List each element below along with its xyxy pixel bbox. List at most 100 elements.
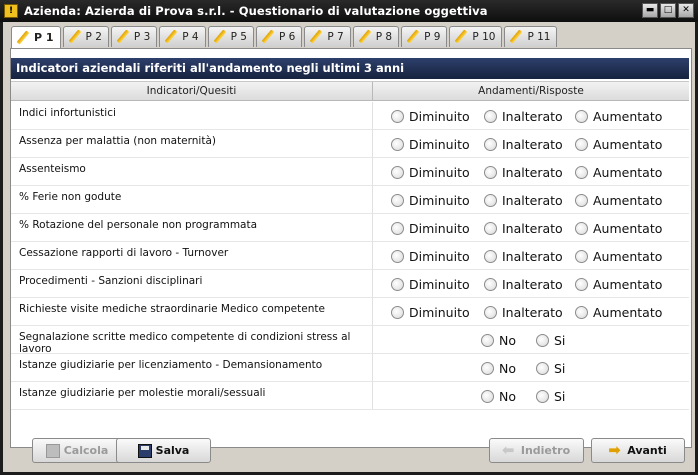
tab-p11[interactable]: P 11 xyxy=(504,26,558,47)
radio-option-si[interactable]: Si xyxy=(536,361,565,376)
radio-option-si[interactable]: Si xyxy=(536,389,565,404)
tab-p5[interactable]: P 5 xyxy=(207,26,254,47)
radio-button[interactable] xyxy=(484,166,497,179)
radio-button[interactable] xyxy=(575,306,588,319)
radio-button[interactable] xyxy=(575,166,588,179)
calcola-button[interactable]: Calcola xyxy=(32,438,122,463)
question-row: Assenteismo Diminuito Inalterato Aumentato xyxy=(11,158,689,186)
radio-option-diminuito[interactable]: Diminuito xyxy=(391,305,470,320)
avanti-button[interactable]: Avanti xyxy=(591,438,685,463)
radio-button[interactable] xyxy=(536,334,549,347)
radio-button[interactable] xyxy=(575,250,588,263)
radio-label: Aumentato xyxy=(593,277,663,292)
radio-option-aumentato[interactable]: Aumentato xyxy=(575,249,662,264)
radio-button[interactable] xyxy=(575,138,588,151)
radio-button[interactable] xyxy=(391,306,404,319)
radio-option-diminuito[interactable]: Diminuito xyxy=(391,109,470,124)
radio-button[interactable] xyxy=(481,334,494,347)
radio-option-no[interactable]: No xyxy=(481,361,516,376)
question-row: Procedimenti - Sanzioni disciplinari Dimi… xyxy=(11,270,689,298)
radio-option-inalterato[interactable]: Inalterato xyxy=(484,305,563,320)
radio-button[interactable] xyxy=(484,222,497,235)
radio-option-diminuito[interactable]: Diminuito xyxy=(391,221,470,236)
radio-option-aumentato[interactable]: Aumentato xyxy=(575,305,662,320)
radio-button[interactable] xyxy=(484,138,497,151)
radio-option-inalterato[interactable]: Inalterato xyxy=(484,277,563,292)
tab-p3[interactable]: P 3 xyxy=(110,26,158,47)
minimize-button[interactable]: ▬ xyxy=(642,3,658,18)
radio-label: Inalterato xyxy=(502,193,563,208)
radio-option-diminuito[interactable]: Diminuito xyxy=(391,277,470,292)
radio-option-diminuito[interactable]: Diminuito xyxy=(391,193,470,208)
radio-button[interactable] xyxy=(575,110,588,123)
tab-p7[interactable]: P 7 xyxy=(304,26,351,47)
radio-option-aumentato[interactable]: Aumentato xyxy=(575,193,662,208)
radio-button[interactable] xyxy=(536,362,549,375)
radio-option-si[interactable]: Si xyxy=(536,333,565,348)
pencil-icon xyxy=(16,31,30,45)
tab-p1[interactable]: P 1 xyxy=(11,26,61,48)
radio-option-inalterato[interactable]: Inalterato xyxy=(484,137,563,152)
radio-option-inalterato[interactable]: Inalterato xyxy=(484,109,563,124)
question-label: Richieste visite mediche straordinarie M… xyxy=(11,298,373,325)
tab-p2[interactable]: P 2 xyxy=(62,26,109,47)
radio-button[interactable] xyxy=(391,278,404,291)
question-row: Indici infortunistici Diminuito Inalterato… xyxy=(11,102,689,130)
radio-button[interactable] xyxy=(391,194,404,207)
radio-button[interactable] xyxy=(481,390,494,403)
radio-button[interactable] xyxy=(484,110,497,123)
radio-button[interactable] xyxy=(484,194,497,207)
tab-p4[interactable]: P 4 xyxy=(159,26,206,47)
radio-option-no[interactable]: No xyxy=(481,333,516,348)
radio-label: Inalterato xyxy=(502,109,563,124)
radio-label: Diminuito xyxy=(409,305,470,320)
radio-option-diminuito[interactable]: Diminuito xyxy=(391,137,470,152)
answer-cell: Diminuito Inalterato Aumentato xyxy=(373,298,689,325)
radio-button[interactable] xyxy=(481,362,494,375)
tab-p8[interactable]: P 8 xyxy=(352,26,400,47)
radio-label: Inalterato xyxy=(502,137,563,152)
radio-option-no[interactable]: No xyxy=(481,389,516,404)
radio-button[interactable] xyxy=(391,138,404,151)
radio-option-aumentato[interactable]: Aumentato xyxy=(575,221,662,236)
radio-button[interactable] xyxy=(536,390,549,403)
answer-cell: No Si xyxy=(373,326,689,353)
radio-button[interactable] xyxy=(484,306,497,319)
tab-p6[interactable]: P 6 xyxy=(255,26,303,47)
radio-button[interactable] xyxy=(575,278,588,291)
calculator-icon xyxy=(45,443,60,458)
radio-button[interactable] xyxy=(391,110,404,123)
pencil-icon xyxy=(309,30,323,44)
radio-option-aumentato[interactable]: Aumentato xyxy=(575,109,662,124)
maximize-button[interactable]: □ xyxy=(660,3,676,18)
radio-option-diminuito[interactable]: Diminuito xyxy=(391,249,470,264)
radio-button[interactable] xyxy=(391,166,404,179)
tab-bar: P 1 P 2 P 3 P 4 P 5 P 6 P 7 P 8 P 9 P 10 P 11 xyxy=(11,26,559,48)
question-label: Istanze giudiziarie per licenziamento - … xyxy=(11,354,373,381)
indietro-button[interactable]: Indietro xyxy=(489,438,584,463)
radio-button[interactable] xyxy=(575,222,588,235)
radio-button[interactable] xyxy=(484,250,497,263)
close-button[interactable]: ✕ xyxy=(678,3,694,18)
radio-button[interactable] xyxy=(484,278,497,291)
tab-label: P 8 xyxy=(375,31,393,43)
radio-option-aumentato[interactable]: Aumentato xyxy=(575,137,662,152)
radio-option-inalterato[interactable]: Inalterato xyxy=(484,193,563,208)
radio-label: Diminuito xyxy=(409,165,470,180)
salva-button[interactable]: Salva xyxy=(116,438,211,463)
answer-cell: No Si xyxy=(373,382,689,409)
tab-p9[interactable]: P 9 xyxy=(401,26,448,47)
arrow-right-icon xyxy=(608,441,623,459)
radio-button[interactable] xyxy=(575,194,588,207)
tab-p10[interactable]: P 10 xyxy=(449,26,503,47)
radio-option-aumentato[interactable]: Aumentato xyxy=(575,277,662,292)
radio-option-diminuito[interactable]: Diminuito xyxy=(391,165,470,180)
radio-label: Inalterato xyxy=(502,249,563,264)
radio-option-aumentato[interactable]: Aumentato xyxy=(575,165,662,180)
radio-button[interactable] xyxy=(391,250,404,263)
tab-label: P 1 xyxy=(34,31,54,44)
radio-option-inalterato[interactable]: Inalterato xyxy=(484,249,563,264)
radio-option-inalterato[interactable]: Inalterato xyxy=(484,221,563,236)
radio-button[interactable] xyxy=(391,222,404,235)
radio-option-inalterato[interactable]: Inalterato xyxy=(484,165,563,180)
